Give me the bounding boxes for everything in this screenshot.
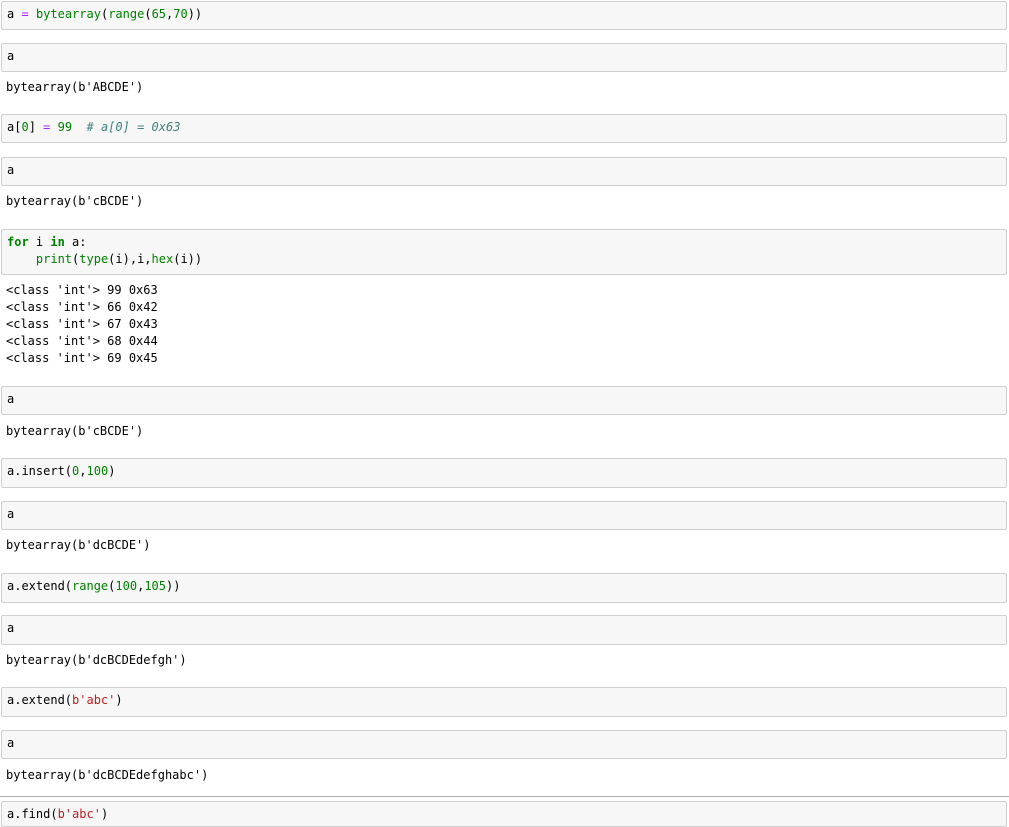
output-line: bytearray(b'dcBCDEdefgh') bbox=[6, 653, 187, 667]
cell-output: bytearray(b'dcBCDE') bbox=[6, 537, 1001, 554]
output-line: <class 'int'> 68 0x44 bbox=[6, 334, 158, 348]
code-cell-input[interactable]: a.extend(b'abc') bbox=[1, 687, 1007, 717]
output-line: bytearray(b'dcBCDE') bbox=[6, 538, 151, 552]
code-cell-input[interactable]: a.insert(0,100) bbox=[1, 458, 1007, 488]
code-cell-input[interactable]: a[0] = 99 # a[0] = 0x63 bbox=[1, 114, 1007, 143]
cell-output: bytearray(b'cBCDE') bbox=[6, 193, 1001, 210]
output-line: <class 'int'> 69 0x45 bbox=[6, 351, 158, 365]
code-line: print(type(i),i,hex(i)) bbox=[35, 252, 203, 266]
output-line: <class 'int'> 99 0x63 bbox=[6, 283, 158, 297]
code-line: a.extend(b'abc') bbox=[7, 693, 123, 707]
code-cell-input[interactable]: a bbox=[1, 386, 1007, 415]
code-cell-input[interactable]: a bbox=[1, 157, 1007, 186]
cell-output: bytearray(b'dcBCDEdefghabc') bbox=[6, 767, 1001, 784]
code-cell-input[interactable]: a bbox=[1, 730, 1007, 759]
code-cell-input[interactable]: a bbox=[1, 615, 1007, 645]
code-line: a bbox=[7, 736, 15, 750]
code-cell-input[interactable]: a = bytearray(range(65,70)) bbox=[1, 1, 1007, 30]
output-line: <class 'int'> 66 0x42 bbox=[6, 300, 158, 314]
output-line: bytearray(b'cBCDE') bbox=[6, 194, 144, 208]
cell-output: bytearray(b'cBCDE') bbox=[6, 423, 1001, 440]
output-line: <class 'int'> 67 0x43 bbox=[6, 317, 158, 331]
cell-output: bytearray(b'dcBCDEdefgh') bbox=[6, 652, 1001, 669]
code-line: a bbox=[7, 621, 15, 635]
code-line: a.find(b'abc') bbox=[7, 807, 109, 821]
code-line: a bbox=[7, 49, 15, 63]
code-line: a[0] = 99 # a[0] = 0x63 bbox=[7, 120, 181, 134]
output-line: bytearray(b'cBCDE') bbox=[6, 424, 144, 438]
code-cell-input[interactable]: a bbox=[1, 501, 1007, 530]
cell-divider bbox=[0, 796, 1009, 797]
code-line: for i in a: bbox=[7, 235, 87, 249]
code-line: a.insert(0,100) bbox=[7, 464, 116, 478]
code-cell-input[interactable]: for i in a: print(type(i),i,hex(i)) bbox=[1, 229, 1007, 275]
code-cell-input[interactable]: a.find(b'abc') bbox=[1, 801, 1007, 827]
code-line: a bbox=[7, 163, 15, 177]
output-line: bytearray(b'ABCDE') bbox=[6, 80, 144, 94]
code-line: a = bytearray(range(65,70)) bbox=[7, 7, 203, 21]
cell-output: <class 'int'> 99 0x63 <class 'int'> 66 0… bbox=[6, 282, 1001, 367]
code-line: a.extend(range(100,105)) bbox=[7, 579, 181, 593]
code-cell-input[interactable]: a.extend(range(100,105)) bbox=[1, 573, 1007, 603]
output-line: bytearray(b'dcBCDEdefghabc') bbox=[6, 768, 209, 782]
code-line: a bbox=[7, 507, 15, 521]
code-cell-input[interactable]: a bbox=[1, 43, 1007, 72]
code-line: a bbox=[7, 392, 15, 406]
cell-output: bytearray(b'ABCDE') bbox=[6, 79, 1001, 96]
